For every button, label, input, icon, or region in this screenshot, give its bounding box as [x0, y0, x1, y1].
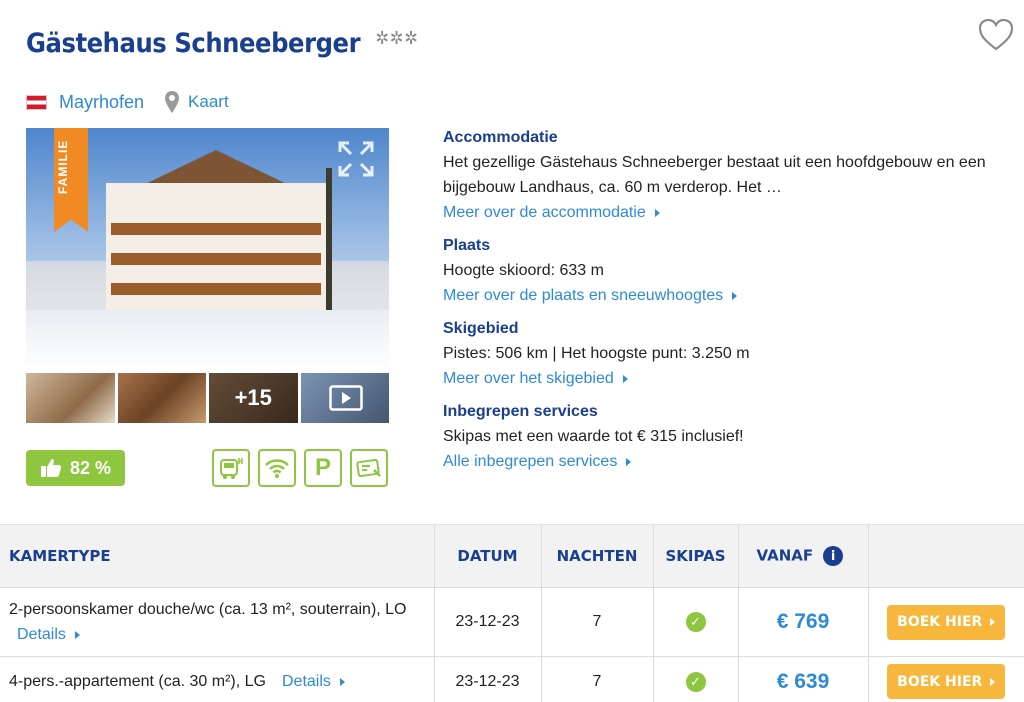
- details-link[interactable]: Details: [17, 622, 80, 647]
- skipass-cell: ✓: [653, 656, 739, 702]
- place-text: Hoogte skioord: 633 m: [443, 262, 604, 279]
- book-cell: BOEK HIER: [868, 656, 1024, 702]
- place-more-link[interactable]: Meer over de plaats en sneeuwhoogtes: [443, 283, 737, 308]
- price-value: € 769: [776, 610, 830, 633]
- location-row: Mayrhofen Kaart: [26, 90, 229, 114]
- photo-snow: [26, 310, 389, 370]
- ski-text: Pistes: 506 km | Het hoogste punt: 3.250…: [443, 345, 750, 362]
- info-icon[interactable]: i: [823, 546, 844, 566]
- place-section: Plaats Hoogte skioord: 633 m Meer over d…: [443, 233, 1003, 308]
- skipass-cell: ✓: [653, 587, 739, 657]
- header-roomtype: KAMERTYPE: [0, 524, 435, 588]
- hotel-title: Gästehaus Schneeberger ✲✲✲: [26, 28, 419, 59]
- hotel-info: Accommodatie Het gezellige Gästehaus Sch…: [443, 125, 1003, 482]
- map-link[interactable]: Kaart: [188, 92, 229, 112]
- thumbnail-more[interactable]: +15: [209, 373, 298, 423]
- header-nights: NACHTEN: [541, 524, 654, 588]
- play-video-icon: [328, 385, 363, 411]
- services-more-link[interactable]: Alle inbegrepen services: [443, 449, 631, 474]
- thumbnail-bedroom[interactable]: [26, 373, 115, 423]
- family-badge: FAMILIE: [54, 128, 88, 232]
- room-table: KAMERTYPE DATUM NACHTEN SKIPAS VANAF i 2-…: [0, 524, 1024, 702]
- photo-tree: [326, 168, 332, 328]
- skipass-icon: [350, 449, 388, 487]
- photo-balcony: [111, 253, 321, 265]
- rating-badge: 82 %: [26, 450, 125, 486]
- header-skipass: SKIPAS: [653, 524, 739, 588]
- ski-section: Skigebied Pistes: 506 km | Het hoogste p…: [443, 316, 1003, 391]
- header-date: DATUM: [434, 524, 542, 588]
- austria-flag-icon: [26, 94, 47, 110]
- photo-balcony: [111, 223, 321, 235]
- table-row: 4-pers.-appartement (ca. 30 m²), LG Detai…: [0, 656, 1024, 702]
- services-section: Inbegrepen services Skipas met een waard…: [443, 399, 1003, 474]
- book-cell: BOEK HIER: [868, 587, 1024, 657]
- price-cell: € 769: [738, 587, 869, 657]
- nights-cell: 7: [541, 587, 654, 657]
- thumbnail-interior[interactable]: [117, 373, 206, 423]
- shuttle-bus-icon: [212, 449, 250, 487]
- room-name: 4-pers.-appartement (ca. 30 m²), LG: [9, 673, 266, 691]
- header-from: VANAF i: [738, 524, 869, 588]
- thumbs-up-icon: [40, 459, 62, 477]
- room-name: 2-persoonskamer douche/wc (ca. 13 m², so…: [9, 601, 407, 618]
- book-button[interactable]: BOEK HIER: [887, 664, 1006, 700]
- header-book: [868, 524, 1024, 588]
- header-from-label: VANAF: [756, 546, 814, 565]
- fullscreen-icon[interactable]: [337, 140, 375, 178]
- price-value: € 639: [776, 669, 830, 693]
- wifi-icon: [258, 449, 296, 487]
- photo-balcony: [111, 283, 321, 295]
- accommodation-heading: Accommodatie: [443, 129, 558, 146]
- accommodation-text: Het gezellige Gästehaus Schneeberger bes…: [443, 154, 986, 196]
- hotel-main-photo[interactable]: FAMILIE: [26, 128, 389, 370]
- location-link[interactable]: Mayrhofen: [59, 92, 144, 113]
- price-cell: € 639: [738, 656, 869, 702]
- nights-cell: 7: [541, 656, 654, 702]
- table-header-row: KAMERTYPE DATUM NACHTEN SKIPAS VANAF i: [0, 524, 1024, 588]
- services-text: Skipas met een waarde tot € 315 inclusie…: [443, 428, 744, 445]
- more-photos-count: +15: [209, 373, 298, 423]
- date-cell: 23-12-23: [434, 587, 542, 657]
- thumbnail-video[interactable]: [300, 373, 389, 423]
- table-row: 2-persoonskamer douche/wc (ca. 13 m², so…: [0, 587, 1024, 657]
- check-icon: ✓: [685, 671, 706, 692]
- room-cell: 4-pers.-appartement (ca. 30 m²), LG Detai…: [0, 656, 435, 702]
- map-pin-icon: [165, 91, 180, 113]
- photo-thumbnails: +15: [26, 373, 389, 423]
- accommodation-section: Accommodatie Het gezellige Gästehaus Sch…: [443, 125, 1003, 225]
- room-cell: 2-persoonskamer douche/wc (ca. 13 m², so…: [0, 587, 435, 657]
- book-button[interactable]: BOEK HIER: [887, 604, 1006, 640]
- accommodation-more-link[interactable]: Meer over de accommodatie: [443, 200, 660, 225]
- rating-value: 82 %: [69, 457, 112, 478]
- ski-heading: Skigebied: [443, 320, 519, 337]
- star-rating: ✲✲✲: [375, 28, 419, 49]
- ski-more-link[interactable]: Meer over het skigebied: [443, 366, 628, 391]
- family-badge-label: FAMILIE: [56, 139, 70, 194]
- details-link[interactable]: Details: [282, 669, 345, 694]
- date-cell: 23-12-23: [434, 656, 542, 702]
- check-icon: ✓: [685, 612, 706, 632]
- place-heading: Plaats: [443, 237, 491, 254]
- hotel-name: Gästehaus Schneeberger: [26, 28, 361, 59]
- parking-icon: P: [304, 449, 342, 487]
- services-heading: Inbegrepen services: [443, 403, 598, 420]
- favorite-heart-icon[interactable]: [978, 18, 1014, 52]
